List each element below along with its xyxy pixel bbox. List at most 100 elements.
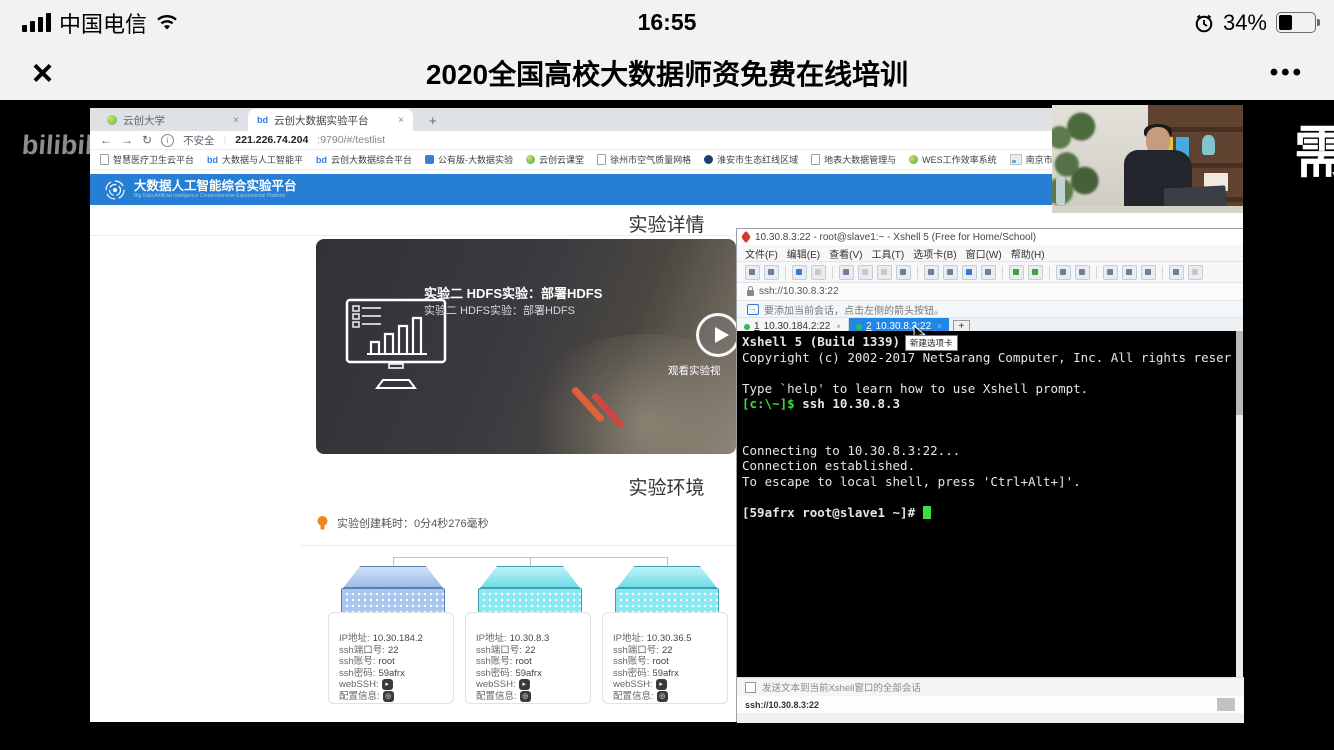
menu-help[interactable]: 帮助(H) <box>1011 246 1045 261</box>
config-info-icon[interactable]: ◎ <box>657 691 668 702</box>
doc-icon <box>597 154 606 165</box>
new-tab-button[interactable]: + <box>423 113 443 131</box>
xshell-toolbar <box>737 262 1243 283</box>
url-separator: | <box>224 134 227 146</box>
transparency-icon[interactable] <box>1028 265 1043 280</box>
print-icon[interactable] <box>924 265 939 280</box>
connected-dot <box>744 324 750 330</box>
tab2-label: 云创大数据实验平台 <box>274 113 369 128</box>
xshell-address-bar[interactable]: ssh://10.30.8.3:22 <box>737 283 1243 301</box>
chat-icon[interactable] <box>1188 265 1203 280</box>
xshell-title: 10.30.8.3:22 - root@slave1:~ - Xshell 5 … <box>755 232 1036 243</box>
server-ip: 10.30.36.5 <box>647 633 692 645</box>
bell-icon[interactable] <box>1009 265 1024 280</box>
bookmark-item[interactable]: 智慧医疗卫生云平台 <box>100 153 194 166</box>
tab1-close-icon[interactable]: × <box>233 115 239 126</box>
lock-icon[interactable] <box>1075 265 1090 280</box>
url-path: :9790/#/testlist <box>317 134 385 146</box>
battery-icon <box>1276 12 1316 33</box>
webssh-icon[interactable]: ▸ <box>656 679 667 690</box>
server-card: IP地址:10.30.8.3 ssh端口号:22 ssh账号:root ssh密… <box>465 612 591 704</box>
browser-tab-experiment-platform[interactable]: bd 云创大数据实验平台 × <box>248 109 413 131</box>
platform-subtitle: Big Data Artificial Intelligence Compreh… <box>134 193 297 199</box>
bd-icon: bd <box>316 155 327 165</box>
add-session-icon[interactable]: → <box>747 304 759 315</box>
new-tab-tooltip: 新建选项卡 <box>905 335 958 351</box>
tab1-favicon <box>107 115 117 125</box>
hint-text: 要添加当前会话，点击左侧的箭头按钮。 <box>764 302 944 317</box>
browser-tab-yunchuang-university[interactable]: 云创大学 × <box>98 109 248 131</box>
web-icon[interactable] <box>962 265 977 280</box>
new-window-icon[interactable] <box>1122 265 1137 280</box>
banner-title: 实验二 HDFS实验：部署HDFS <box>424 283 602 302</box>
doc-icon <box>811 154 820 165</box>
doc-icon <box>100 154 109 165</box>
bookmark-item[interactable]: bd云创大数据综合平台 <box>316 153 412 166</box>
webssh-icon[interactable]: ▸ <box>519 679 530 690</box>
url-host[interactable]: 221.226.74.204 <box>235 134 308 146</box>
battery-percent: 34% <box>1223 10 1267 36</box>
server-card: IP地址:10.30.184.2 ssh端口号:22 ssh账号:root ss… <box>328 612 454 704</box>
menu-tab[interactable]: 选项卡(B) <box>913 246 956 261</box>
webssh-icon[interactable]: ▸ <box>382 679 393 690</box>
tab2-close-icon[interactable]: × <box>398 115 404 126</box>
blue-square-icon <box>425 155 434 164</box>
open-session-icon[interactable] <box>764 265 779 280</box>
phone-screen: 中国电信 16:55 34% × 2020全国高校大数据师资免费在线培训 •••… <box>0 0 1334 750</box>
config-info-icon[interactable]: ◎ <box>383 691 394 702</box>
broadcast-checkbox[interactable] <box>745 682 756 693</box>
compose-icon[interactable] <box>1103 265 1118 280</box>
more-menu-icon[interactable]: ••• <box>1270 59 1304 87</box>
menu-edit[interactable]: 编辑(E) <box>787 246 820 261</box>
bookmark-item[interactable]: WES工作效率系统 <box>909 153 997 166</box>
server-ip: 10.30.8.3 <box>510 633 550 645</box>
config-info-icon[interactable]: ◎ <box>520 691 531 702</box>
menu-file[interactable]: 文件(F) <box>745 246 778 261</box>
copy-icon[interactable] <box>858 265 873 280</box>
fullscreen-icon[interactable] <box>1056 265 1071 280</box>
play-button[interactable] <box>696 313 736 357</box>
navy-circle-icon <box>704 155 713 164</box>
find-icon[interactable] <box>896 265 911 280</box>
terminal-cursor <box>923 506 931 519</box>
bookmark-item[interactable]: 云创云课堂 <box>526 153 584 166</box>
font-icon[interactable] <box>981 265 996 280</box>
bookmark-item[interactable]: 淮安市生态红线区域 <box>704 153 798 166</box>
forward-icon[interactable]: → <box>121 133 133 147</box>
platform-title: 大数据人工智能综合实验平台 <box>134 180 297 193</box>
back-icon[interactable]: ← <box>100 133 112 147</box>
tab-close-icon[interactable]: × <box>836 322 841 331</box>
broadcast-row: 发送文本到当前Xshell窗口的全部会话 <box>737 677 1244 696</box>
help-icon[interactable] <box>1169 265 1184 280</box>
xshell-title-bar[interactable]: 10.30.8.3:22 - root@slave1:~ - Xshell 5 … <box>737 229 1243 245</box>
tab-close-icon[interactable]: × <box>937 322 942 331</box>
terminal[interactable]: Xshell 5 (Build 1339) Copyright (c) 2002… <box>737 331 1244 677</box>
bookmark-item[interactable]: 徐州市空气质量网格 <box>597 153 691 166</box>
video-player[interactable]: bilibili 需 云创大学 × bd 云创大数据实验平台 × + ← → <box>0 100 1334 750</box>
properties-icon[interactable] <box>839 265 854 280</box>
menu-tools[interactable]: 工具(T) <box>871 246 904 261</box>
menu-window[interactable]: 窗口(W) <box>966 246 1002 261</box>
page-info-icon[interactable]: i <box>161 134 174 147</box>
alarm-icon <box>1194 13 1214 33</box>
lightbulb-icon <box>316 515 329 531</box>
bookmark-item[interactable]: bd大数据与人工智能平 <box>207 153 303 166</box>
page-title: 2020全国高校大数据师资免费在线培训 <box>0 53 1334 93</box>
connected-dot <box>856 324 862 330</box>
resize-grip[interactable] <box>1217 698 1235 711</box>
capture-icon[interactable] <box>943 265 958 280</box>
experiment-banner[interactable]: 实验二 HDFS实验：部署HDFS 实验二 HDFS实验：部署HDFS 观看实验… <box>316 239 736 454</box>
connect-icon[interactable] <box>792 265 807 280</box>
app-header: × 2020全国高校大数据师资免费在线培训 ••• <box>0 45 1334 101</box>
bookmark-item[interactable]: 公有版-大数据实验 <box>425 153 513 166</box>
bookmark-item[interactable]: 地表大数据管理与 <box>811 153 896 166</box>
terminal-scrollbar-thumb[interactable] <box>1236 331 1243 415</box>
play-icon <box>715 327 729 343</box>
reload-icon[interactable]: ↻ <box>142 133 152 147</box>
broadcast-label: 发送文本到当前Xshell窗口的全部会话 <box>762 680 921 694</box>
disconnect-icon[interactable] <box>811 265 826 280</box>
paste-icon[interactable] <box>877 265 892 280</box>
menu-view[interactable]: 查看(V) <box>829 246 862 261</box>
new-session-icon[interactable] <box>745 265 760 280</box>
layout-icon[interactable] <box>1141 265 1156 280</box>
